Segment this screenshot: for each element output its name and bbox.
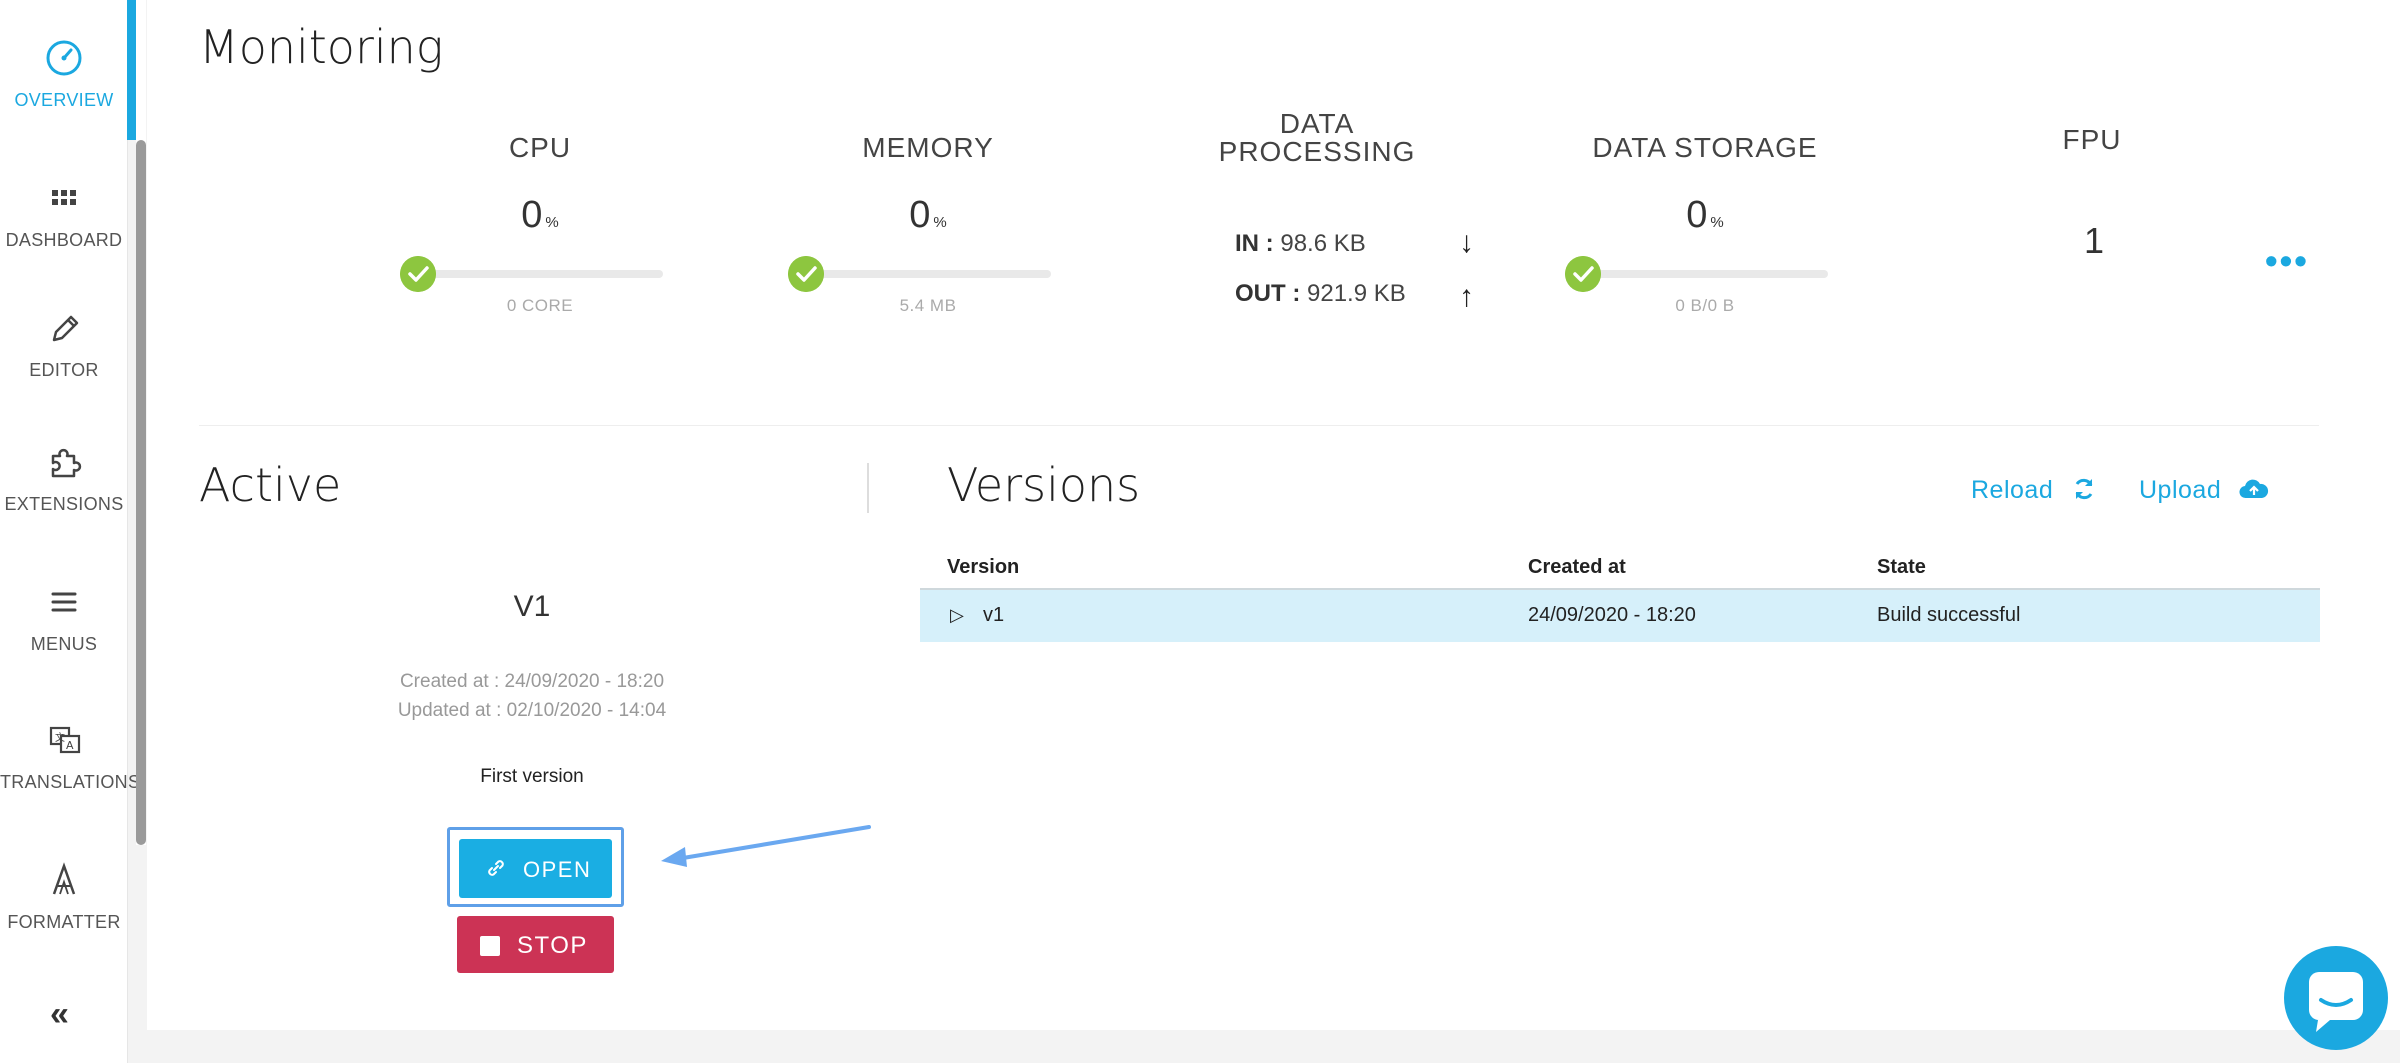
data-storage-title: DATA STORAGE (1592, 132, 1818, 163)
sidebar: OVERVIEW DASHBOARD EDITOR EXTENSIONS MEN… (0, 0, 141, 1063)
stop-button-label: STOP (517, 932, 588, 959)
vertical-divider (867, 463, 869, 513)
data-storage-sub: 0 B/0 B (1675, 296, 1735, 315)
data-in-line: IN : 98.6 KB (1235, 230, 1366, 258)
data-processing-title-line2: PROCESSING (1218, 136, 1416, 167)
row-created-at: 24/09/2020 - 18:20 (1528, 604, 1696, 626)
main-panel: Monitoring CPU 0% 0 CORE MEMORY 0% 5.4 M… (147, 0, 2400, 1030)
active-version-name: V1 (513, 590, 551, 623)
row-version: v1 (983, 604, 1005, 626)
reload-button[interactable]: Reload (1971, 476, 2097, 505)
sidebar-item-label: OVERVIEW (14, 90, 114, 110)
column-header-created-at[interactable]: Created at (1528, 556, 1626, 579)
sidebar-item-dashboard[interactable]: DASHBOARD (0, 174, 128, 251)
more-options-icon[interactable]: ••• (2265, 240, 2309, 282)
active-created-at: Created at : 24/09/2020 - 18:20 (399, 671, 665, 692)
monitoring-title: Monitoring (199, 20, 444, 74)
fpu-value: 1 (2084, 220, 2105, 261)
annotation-arrow (661, 825, 871, 867)
sidebar-item-label: EDITOR (29, 360, 99, 380)
data-storage-value-number: 0 (1686, 194, 1708, 236)
table-header: Version Created at State (920, 548, 2320, 590)
memory-sub: 5.4 MB (899, 296, 957, 315)
data-out-value: 921.9 KB (1307, 280, 1406, 307)
versions-table: Version Created at State ▷ v1 24/09/2020… (920, 548, 2320, 642)
memory-value: 0% (778, 194, 1078, 237)
data-in-value: 98.6 KB (1280, 230, 1366, 257)
refresh-icon (2075, 478, 2093, 500)
column-header-version[interactable]: Version (947, 556, 1019, 579)
font-icon (52, 862, 76, 895)
fpu-title: FPU (2062, 124, 2122, 155)
open-button[interactable]: OPEN (459, 839, 612, 898)
memory-title: MEMORY (862, 132, 994, 163)
stop-icon (480, 936, 500, 956)
reload-label: Reload (1971, 476, 2054, 504)
svg-text:文: 文 (55, 731, 65, 744)
upload-button[interactable]: Upload (2139, 476, 2269, 505)
data-out-line: OUT : 921.9 KB (1235, 280, 1406, 308)
sidebar-item-label: TRANSLATIONS (0, 772, 141, 792)
expand-row-icon[interactable]: ▷ (950, 605, 964, 626)
check-icon (1565, 256, 1601, 292)
cpu-sub: 0 CORE (506, 296, 574, 315)
sidebar-item-menus[interactable]: MENUS (0, 578, 128, 655)
row-state: Build successful (1877, 604, 2021, 626)
cpu-bar (417, 270, 663, 278)
sidebar-item-label: EXTENSIONS (4, 494, 124, 514)
menu-icon (51, 592, 77, 612)
sidebar-item-label: FORMATTER (7, 912, 121, 932)
translate-icon: 文 A (49, 726, 81, 754)
cpu-title: CPU (508, 132, 572, 163)
active-updated-at: Updated at : 02/10/2020 - 14:04 (397, 700, 667, 721)
sidebar-item-translations[interactable]: 文 A TRANSLATIONS (0, 716, 141, 793)
data-storage-value: 0% (1555, 194, 1855, 237)
active-title: Active (199, 458, 342, 512)
cpu-value: 0% (390, 194, 690, 237)
sidebar-item-label: DASHBOARD (5, 230, 123, 250)
sidebar-item-editor[interactable]: EDITOR (0, 304, 128, 381)
pencil-icon (52, 315, 79, 342)
collapse-sidebar-button[interactable]: « (50, 995, 69, 1034)
versions-title: Versions (947, 458, 1141, 512)
memory-unit: % (933, 214, 947, 231)
column-header-state[interactable]: State (1877, 556, 1926, 579)
arrow-down-icon: ↓ (1459, 226, 1474, 259)
data-processing-title-line1: DATA (1279, 108, 1355, 139)
memory-value-number: 0 (909, 194, 931, 236)
sidebar-item-overview[interactable]: OVERVIEW (0, 34, 128, 111)
cloud-upload-icon (2239, 479, 2268, 499)
data-out-label: OUT : (1235, 280, 1301, 307)
grid-icon (52, 190, 76, 205)
chat-launcher-button[interactable] (2284, 946, 2388, 1050)
sidebar-scrollbar-thumb[interactable] (136, 140, 146, 845)
section-divider (199, 425, 2319, 426)
memory-bar (805, 270, 1051, 278)
speedometer-icon (46, 40, 82, 76)
upload-label: Upload (2139, 476, 2222, 504)
data-processing-title: DATA PROCESSING (1167, 110, 1467, 166)
puzzle-icon (51, 448, 82, 478)
arrow-up-icon: ↑ (1459, 280, 1474, 313)
svg-text:A: A (66, 739, 74, 752)
chat-icon (2309, 972, 2363, 1032)
active-description: First version (480, 766, 584, 787)
data-in-label: IN : (1235, 230, 1274, 257)
data-storage-unit: % (1710, 214, 1724, 231)
table-row[interactable]: ▷ v1 24/09/2020 - 18:20 Build successful (920, 590, 2320, 642)
active-indicator (127, 0, 136, 140)
sidebar-item-label: MENUS (30, 634, 98, 654)
link-icon (488, 860, 504, 876)
cpu-value-number: 0 (521, 194, 543, 236)
data-storage-bar (1582, 270, 1828, 278)
sidebar-item-extensions[interactable]: EXTENSIONS (0, 438, 128, 515)
check-icon (400, 256, 436, 292)
cpu-unit: % (545, 214, 559, 231)
open-button-label: OPEN (523, 857, 592, 882)
check-icon (788, 256, 824, 292)
stop-button[interactable]: STOP (457, 916, 614, 973)
sidebar-item-formatter[interactable]: FORMATTER (0, 856, 128, 933)
